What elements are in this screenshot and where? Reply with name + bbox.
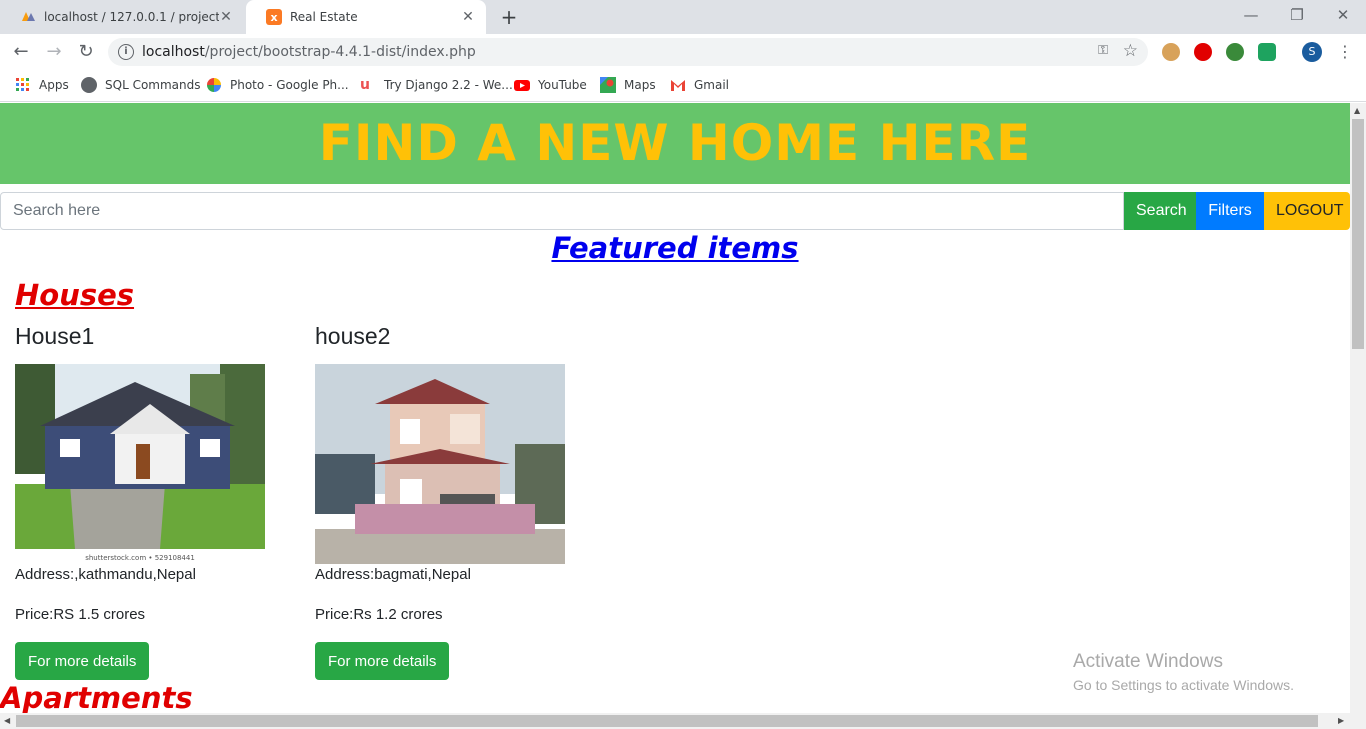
tab-real-estate[interactable]: x Real Estate ✕ [246,0,486,34]
tab-title: Real Estate [290,10,358,24]
close-icon[interactable]: ✕ [218,9,234,25]
house-address: Address:bagmati,Nepal [315,566,471,583]
star-icon[interactable]: ☆ [1123,41,1138,61]
bookmark-apps[interactable]: Apps [15,77,69,93]
tab-phpmyadmin[interactable]: localhost / 127.0.0.1 / project / pr ✕ [0,0,244,34]
scroll-right-icon[interactable]: ▶ [1338,716,1344,725]
menu-icon[interactable]: ⋮ [1337,42,1353,61]
key-icon[interactable]: ⚿ [1098,43,1108,58]
bookmark-maps[interactable]: Maps [600,77,656,93]
window-close-icon[interactable]: ✕ [1333,6,1353,24]
featured-items-link[interactable]: Featured items [551,231,798,265]
search-button[interactable]: Search [1124,192,1196,230]
logout-button[interactable]: LOGOUT [1264,192,1350,230]
new-tab-icon[interactable]: + [498,6,520,28]
more-details-button[interactable]: For more details [15,642,150,680]
more-details-button[interactable]: For more details [315,642,450,680]
horizontal-scrollbar[interactable]: ◀ ▶ [0,713,1366,729]
phpmyadmin-icon [22,12,35,21]
house-name: House1 [15,323,95,349]
hero-banner: FIND A NEW HOME HERE [0,103,1350,184]
bookmark-youtube[interactable]: YouTube [514,77,587,93]
globe-icon [81,77,97,93]
image-caption: shutterstock.com • 529108441 [85,554,195,562]
page-title: FIND A NEW HOME HERE [318,114,1032,172]
house2-picture [315,364,565,564]
house-price: Price:RS 1.5 crores [15,606,146,623]
xampp-icon: x [266,9,282,25]
forward-icon[interactable]: → [43,41,65,63]
cookie-extension-icon[interactable] [1162,43,1180,61]
house-image [315,364,565,564]
house-address: Address:,kathmandu,Nepal [15,566,196,583]
house-price: Price:Rs 1.2 crores [315,606,443,623]
adblock-extension-icon[interactable] [1194,43,1212,61]
house1-picture: shutterstock.com • 529108441 [15,364,265,563]
restore-icon[interactable]: ❐ [1287,6,1307,24]
houses-heading[interactable]: Houses [15,278,134,312]
globe-extension-icon[interactable] [1226,43,1244,61]
house-card: house2 Address:bagmati,Nepal Price:Rs 1.… [315,323,575,680]
featured-heading: Featured items [0,231,1350,265]
maps-icon [600,77,616,93]
info-icon[interactable]: i [118,44,134,60]
profile-avatar[interactable]: S [1302,42,1322,62]
tab-strip: localhost / 127.0.0.1 / project / pr ✕ x… [0,0,1366,34]
bookmark-try-django[interactable]: u Try Django 2.2 - We... [360,77,513,93]
apps-grid-icon [16,78,29,91]
reload-icon[interactable]: ↻ [75,41,97,63]
apartments-heading: Apartments [0,681,193,713]
bookmarks-bar: Apps SQL Commands Photo - Google Ph... u… [0,70,1366,102]
tab-title: localhost / 127.0.0.1 / project / pr [44,10,219,24]
house-card: House1 shutterstock.com • 529108441 Addr… [15,323,275,680]
udemy-icon: u [360,77,370,93]
scrollbar-thumb[interactable] [1352,119,1364,349]
scroll-left-icon[interactable]: ◀ [4,716,10,725]
svg-text:x: x [270,11,277,24]
house-image: shutterstock.com • 529108441 [15,364,265,563]
filters-button[interactable]: Filters [1196,192,1264,230]
gmail-icon [671,80,685,91]
watermark-line2: Go to Settings to activate Windows. [1073,677,1294,693]
house-name: house2 [315,323,391,349]
scrollbar-thumb[interactable] [16,715,1318,727]
page-viewport: FIND A NEW HOME HERE Search Filters LOGO… [0,103,1350,713]
toolbar: ← → ↻ i localhost/project/bootstrap-4.4.… [0,34,1366,70]
bookmark-google-photos[interactable]: Photo - Google Ph... [206,77,349,93]
search-input[interactable] [0,192,1124,230]
address-bar[interactable]: i localhost/project/bootstrap-4.4.1-dist… [108,38,1148,66]
vertical-scrollbar[interactable]: ▲ [1350,103,1366,713]
youtube-icon [514,80,530,91]
url-text[interactable]: localhost/project/bootstrap-4.4.1-dist/i… [142,44,476,60]
close-icon[interactable]: ✕ [460,9,476,25]
google-photos-icon [207,78,221,92]
minimize-icon[interactable]: — [1241,6,1261,24]
back-icon[interactable]: ← [10,41,32,63]
activate-windows-watermark: Activate Windows Go to Settings to activ… [1073,651,1294,693]
shield-extension-icon[interactable] [1258,43,1276,61]
watermark-line1: Activate Windows [1073,651,1223,672]
search-bar: Search Filters LOGOUT [0,192,1350,230]
bookmark-sql-commands[interactable]: SQL Commands [81,77,201,93]
bookmark-gmail[interactable]: Gmail [670,77,729,93]
scroll-up-icon[interactable]: ▲ [1354,106,1360,115]
